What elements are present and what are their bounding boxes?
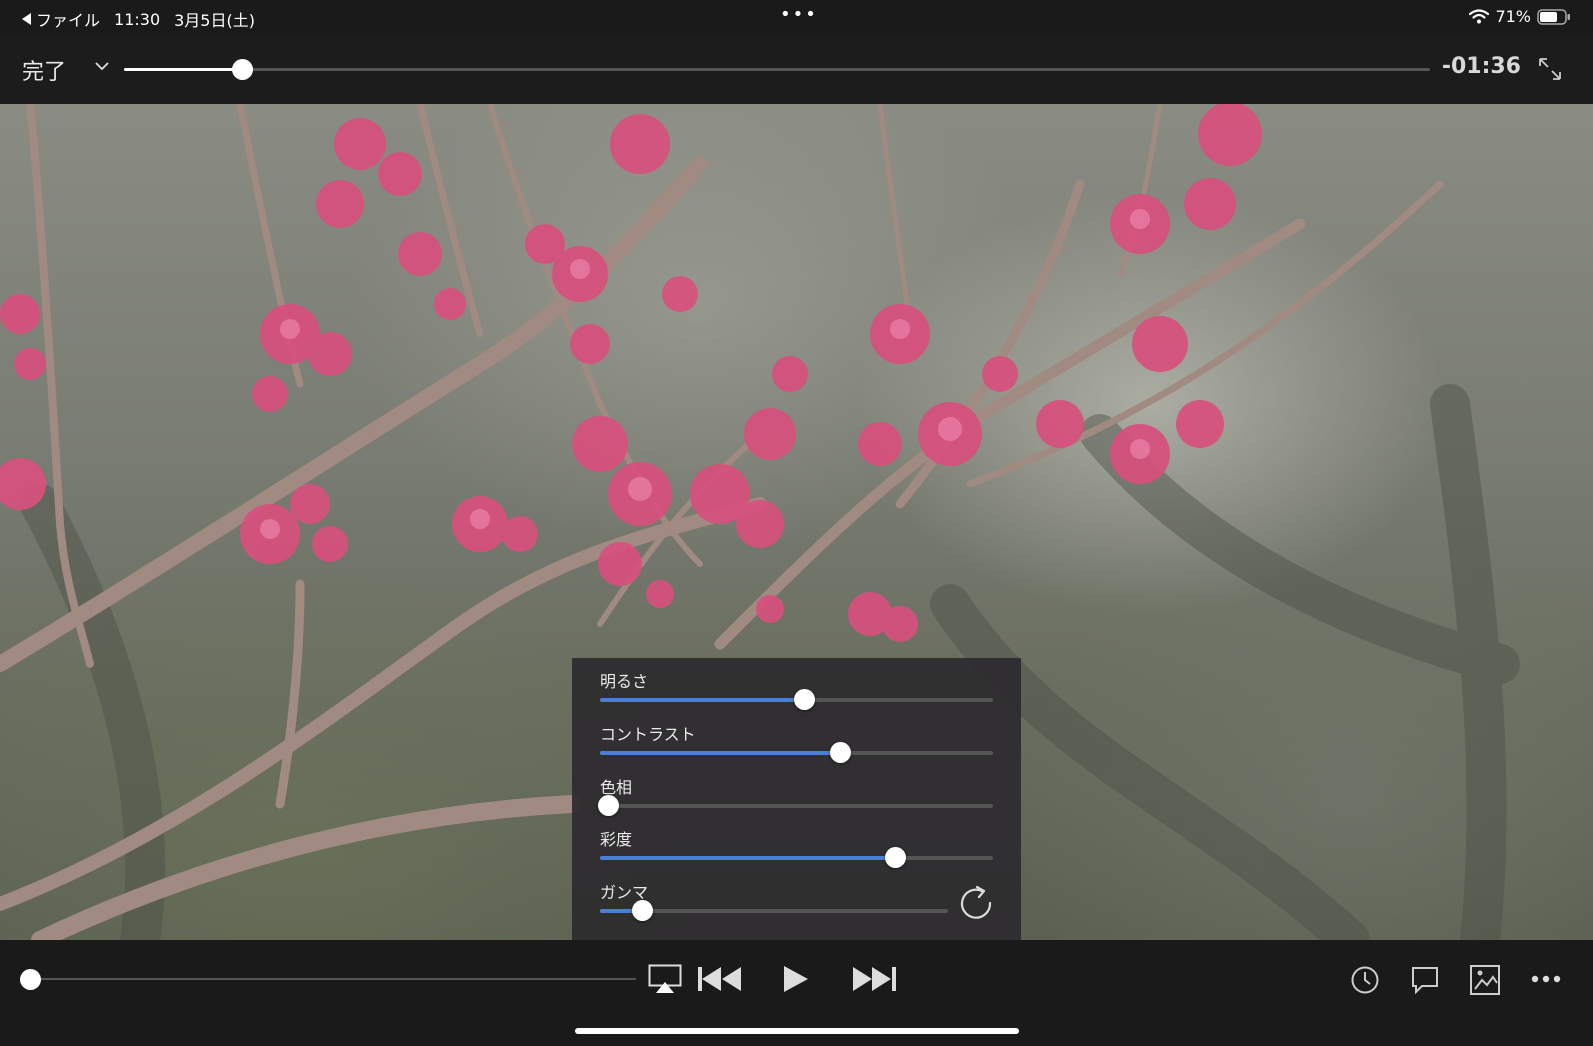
home-indicator[interactable] — [575, 1028, 1019, 1034]
seek-bar[interactable] — [124, 59, 1430, 80]
status-right: 71% — [1469, 7, 1571, 26]
brightness-slider-fill — [600, 698, 805, 702]
timer-icon[interactable] — [1350, 965, 1380, 995]
seek-bar-thumb[interactable] — [231, 59, 253, 80]
saturation-slider-thumb[interactable] — [884, 847, 906, 868]
seek-bar-fill — [124, 68, 242, 71]
more-icon[interactable] — [1531, 974, 1561, 984]
back-to-files-link[interactable]: ファイル — [22, 7, 100, 31]
playback-position-track[interactable] — [30, 978, 636, 980]
brightness-label: 明るさ — [600, 672, 649, 691]
fullscreen-expand-icon[interactable] — [1537, 56, 1563, 82]
back-triangle-icon — [22, 13, 31, 25]
skip-forward-icon[interactable] — [850, 966, 898, 992]
contrast-slider-fill — [600, 751, 840, 755]
saturation-slider-fill — [600, 856, 895, 860]
subtitles-icon[interactable] — [1410, 965, 1440, 995]
multitasking-dots[interactable]: ••• — [780, 4, 818, 25]
hue-label: 色相 — [600, 778, 633, 797]
contrast-slider-row: コントラスト — [600, 721, 993, 763]
brightness-slider[interactable] — [600, 689, 993, 710]
status-left: ファイル 11:30 3月5日(土) — [22, 7, 255, 31]
gamma-slider-thumb[interactable] — [631, 900, 653, 921]
back-label: ファイル — [36, 11, 101, 30]
reset-icon[interactable] — [957, 884, 995, 922]
saturation-slider[interactable] — [600, 847, 993, 868]
remaining-time: -01:36 — [1441, 54, 1521, 79]
contrast-label: コントラスト — [600, 725, 696, 744]
done-button[interactable]: 完了 — [22, 54, 66, 86]
status-time: 11:30 — [114, 9, 161, 29]
video-adjustments-panel: 明るさコントラスト 色相彩度ガンマ — [572, 658, 1021, 940]
saturation-label: 彩度 — [600, 830, 633, 849]
status-bar: ファイル 11:30 3月5日(土) ••• 71% — [0, 0, 1593, 34]
wifi-icon — [1469, 9, 1490, 24]
gamma-slider[interactable] — [600, 900, 948, 921]
gamma-label: ガンマ — [600, 883, 649, 902]
hue-slider-thumb[interactable] — [597, 795, 619, 816]
status-date: 3月5日(土) — [174, 11, 255, 30]
brightness-slider-row: 明るさ — [600, 668, 993, 710]
chevron-down-icon[interactable] — [94, 60, 110, 72]
skip-back-icon[interactable] — [696, 966, 744, 992]
contrast-slider[interactable] — [600, 742, 993, 763]
gamma-slider-row: ガンマ — [600, 879, 993, 921]
airplay-icon[interactable] — [648, 964, 682, 994]
hue-slider[interactable] — [597, 795, 993, 816]
contrast-slider-thumb[interactable] — [829, 742, 851, 763]
top-bar: 完了 -01:36 — [0, 34, 1593, 104]
battery-percent: 71% — [1495, 7, 1531, 26]
picture-adjust-icon[interactable] — [1469, 964, 1501, 996]
saturation-slider-row: 彩度 — [600, 826, 993, 868]
battery-icon — [1537, 8, 1570, 25]
brightness-slider-thumb[interactable] — [794, 689, 816, 710]
hue-slider-row: 色相 — [597, 774, 993, 816]
bottom-bar — [0, 940, 1593, 1046]
play-icon[interactable] — [782, 965, 810, 993]
playback-position-thumb[interactable] — [20, 969, 41, 990]
